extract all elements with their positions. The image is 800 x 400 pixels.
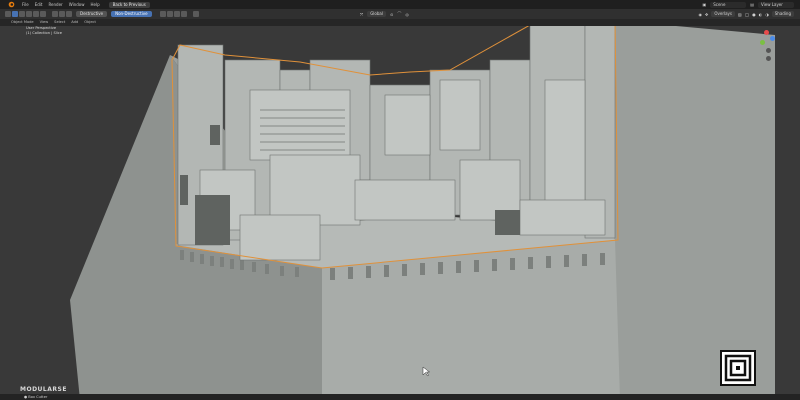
status-bar: ● Box Cutter	[0, 394, 800, 400]
view-layer-icon: ▤	[750, 2, 754, 7]
cutter-shape-icon[interactable]	[52, 11, 58, 17]
transform-icon: ⤧	[360, 11, 364, 17]
view-layer-selector[interactable]: View Layer	[758, 1, 794, 8]
pivot-icon[interactable]: ⊙	[390, 12, 393, 17]
pan-icon[interactable]	[766, 56, 771, 61]
xray-icon[interactable]: ▨	[738, 12, 742, 17]
scene-selector[interactable]: Scene	[710, 1, 747, 8]
scene-icon: ▣	[702, 2, 707, 7]
gizmo-y-icon[interactable]	[760, 40, 765, 45]
menu-help[interactable]: Help	[87, 0, 102, 9]
brand-text: MODULARSE	[20, 386, 67, 393]
gizmo-x-icon[interactable]	[764, 30, 769, 35]
menu-file[interactable]: File	[19, 0, 32, 9]
select-subtract-icon[interactable]	[26, 11, 32, 17]
scene-render	[70, 26, 775, 400]
menu-edit[interactable]: Edit	[32, 0, 46, 9]
snap-icon[interactable]	[180, 11, 187, 17]
snap-toggle-icon[interactable]: ⌒	[397, 11, 401, 17]
active-tool-label: Box Cutter	[28, 395, 48, 399]
cutter-bevel-icon[interactable]	[66, 11, 72, 17]
menu-render[interactable]: Render	[45, 0, 65, 9]
gizmo-icon[interactable]: ✥	[705, 12, 708, 17]
viewport-header: Object Mode View Select Add Object	[0, 19, 800, 26]
3d-viewport[interactable]: User Perspective (1) Collection | Slice	[0, 26, 800, 400]
header-toolbar: Destructive Non-Destructive ⤧ Global ⊙ ⌒…	[0, 9, 800, 19]
menu-object[interactable]: Object	[81, 19, 99, 26]
view-perspective-label: User Perspective	[26, 26, 57, 30]
menu-select[interactable]: Select	[51, 19, 68, 26]
menu-window[interactable]: Window	[66, 0, 88, 9]
top-menu-bar: File Edit Render Window Help Back to Pre…	[0, 0, 800, 9]
watermark-logo	[720, 350, 756, 386]
visibility-icon[interactable]: ◉	[698, 12, 702, 17]
zoom-icon[interactable]	[766, 48, 771, 53]
select-intersect-icon[interactable]	[40, 11, 46, 17]
menu-add[interactable]: Add	[68, 19, 81, 26]
menu-view[interactable]: View	[37, 19, 52, 26]
shading-render-icon[interactable]: ◑	[765, 12, 769, 17]
gizmo-z-icon[interactable]	[770, 36, 775, 41]
proportional-edit-icon[interactable]: ◎	[405, 12, 409, 17]
collection-label: (1) Collection | Slice	[26, 31, 62, 35]
overlays-dropdown[interactable]: Overlays	[711, 11, 735, 17]
object-mode-dropdown[interactable]: Object Mode	[8, 19, 37, 26]
select-invert-icon[interactable]	[33, 11, 39, 17]
back-to-previous-button[interactable]: Back to Previous	[108, 1, 150, 8]
shading-material-icon[interactable]: ◐	[759, 12, 763, 17]
destructive-toggle[interactable]: Destructive	[76, 11, 108, 17]
transform-orientation-dropdown[interactable]: Global	[367, 11, 386, 17]
select-mode-icon[interactable]	[12, 11, 18, 17]
shading-solid-icon[interactable]: ●	[752, 12, 756, 17]
non-destructive-toggle[interactable]: Non-Destructive	[111, 11, 152, 17]
shading-wire-icon[interactable]: ◯	[745, 12, 749, 17]
array-icon[interactable]	[166, 11, 173, 17]
select-box-icon[interactable]	[5, 11, 11, 17]
options-icon[interactable]	[192, 11, 199, 17]
mirror-icon[interactable]	[159, 11, 166, 17]
cutter-mode-icon[interactable]	[59, 11, 65, 17]
shading-dropdown[interactable]: Shading	[771, 11, 794, 17]
grid-icon[interactable]	[173, 11, 180, 17]
select-extend-icon[interactable]	[19, 11, 25, 17]
blender-logo-icon[interactable]	[8, 1, 15, 8]
